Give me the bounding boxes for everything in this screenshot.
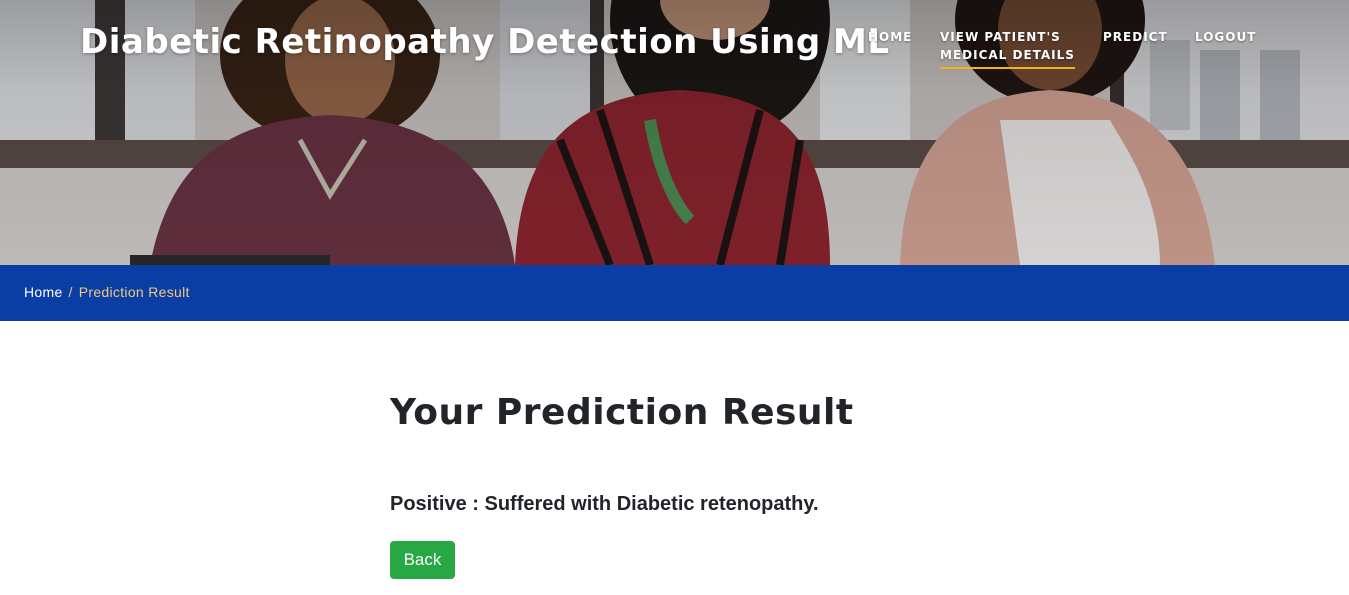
active-nav-underline <box>940 67 1075 69</box>
breadcrumb: Home / Prediction Result <box>24 284 190 300</box>
prediction-result-text: Positive : Suffered with Diabetic reteno… <box>390 493 819 515</box>
nav-predict[interactable]: PREDICT <box>1103 28 1168 46</box>
breadcrumb-separator: / <box>68 284 73 300</box>
nav-view-line1: VIEW PATIENT'S <box>940 30 1061 44</box>
nav-logout[interactable]: LOGOUT <box>1195 28 1256 46</box>
breadcrumb-current: Prediction Result <box>78 284 190 300</box>
nav-view-line2: MEDICAL DETAILS <box>940 48 1075 62</box>
breadcrumb-bar: Home / Prediction Result <box>0 265 1349 321</box>
page-title: Your Prediction Result <box>390 392 854 433</box>
nav-view-patient-details[interactable]: VIEW PATIENT'S MEDICAL DETAILS <box>940 28 1075 69</box>
nav-home[interactable]: HOME <box>868 28 912 46</box>
breadcrumb-home-link[interactable]: Home <box>24 284 63 300</box>
main-nav: HOME VIEW PATIENT'S MEDICAL DETAILS PRED… <box>0 28 1349 88</box>
back-button[interactable]: Back <box>390 541 455 579</box>
hero-header: Diabetic Retinopathy Detection Using ML … <box>0 0 1349 265</box>
